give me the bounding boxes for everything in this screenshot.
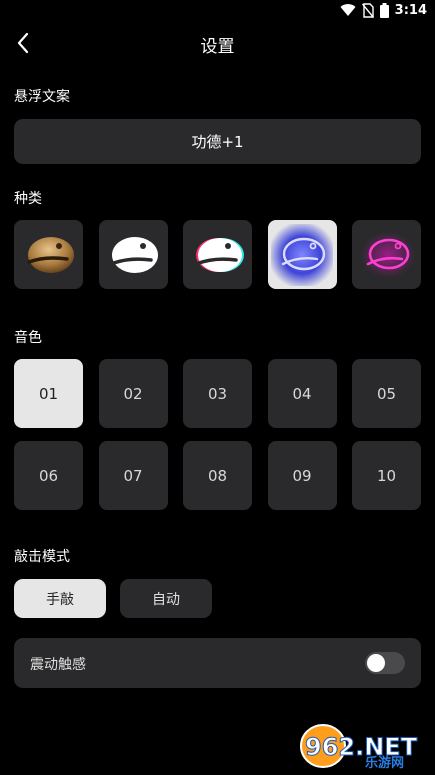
tone-option-01[interactable]: 01 [14, 359, 83, 428]
wifi-icon [340, 4, 356, 17]
type-selector [14, 220, 421, 289]
wooden-fish-white-icon [109, 236, 158, 273]
float-text-input[interactable]: 功德+1 [14, 119, 421, 164]
wooden-fish-blue-neon-icon [271, 223, 333, 286]
vibrate-label: 震动触感 [30, 657, 86, 673]
status-icons: 3:14 [340, 3, 427, 18]
tone-option-10[interactable]: 10 [352, 441, 421, 510]
tone-grid: 01 02 03 04 05 06 07 08 09 10 [14, 359, 421, 510]
tone-option-08[interactable]: 08 [183, 441, 252, 510]
tone-option-05[interactable]: 05 [352, 359, 421, 428]
tone-label: 音色 [14, 330, 42, 346]
status-bar: 3:14 [0, 0, 435, 24]
toggle-knob [367, 654, 385, 672]
vibrate-toggle[interactable] [365, 652, 405, 674]
watermark-sub-text: 乐游网 [365, 755, 404, 771]
tone-option-04[interactable]: 04 [267, 359, 337, 428]
float-text-label: 悬浮文案 [14, 89, 70, 105]
type-option-pink-neon[interactable] [352, 220, 421, 289]
nav-bar: 设置 [0, 24, 435, 62]
type-option-blue-neon[interactable] [267, 220, 337, 289]
type-option-natural[interactable] [14, 220, 83, 289]
wooden-fish-glitch-icon [193, 237, 244, 272]
tone-option-03[interactable]: 03 [183, 359, 252, 428]
type-label: 种类 [14, 191, 42, 207]
status-time: 3:14 [394, 3, 427, 18]
watermark-logo: 962.NET 乐游网 [300, 724, 418, 771]
page-title: 设置 [200, 37, 235, 57]
mode-manual-button[interactable]: 手敲 [14, 579, 106, 618]
no-sim-icon [361, 3, 374, 18]
wooden-fish-natural-icon [26, 236, 74, 273]
type-option-glitch[interactable] [183, 220, 252, 289]
battery-icon [379, 3, 389, 18]
mode-selector: 手敲 自动 [14, 579, 212, 618]
wooden-fish-pink-neon-icon [360, 231, 415, 278]
mode-label: 敲击模式 [14, 549, 70, 565]
tone-option-06[interactable]: 06 [14, 441, 83, 510]
tone-option-02[interactable]: 02 [98, 359, 168, 428]
type-option-white[interactable] [98, 220, 168, 289]
mode-auto-button[interactable]: 自动 [120, 579, 212, 618]
vibrate-row: 震动触感 [14, 638, 421, 688]
tone-option-09[interactable]: 09 [267, 441, 337, 510]
tone-option-07[interactable]: 07 [98, 441, 168, 510]
